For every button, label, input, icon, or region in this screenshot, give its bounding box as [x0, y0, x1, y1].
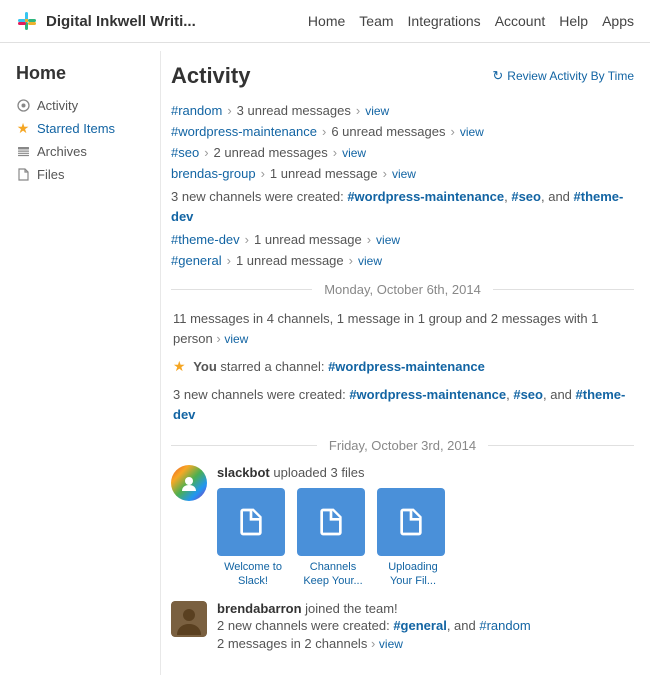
activity-row-random: #random › 3 unread messages › view	[171, 103, 634, 118]
channel-brendas-group[interactable]: brendas-group	[171, 166, 256, 181]
brendabarron-name-action: brendabarron joined the team!	[217, 601, 634, 616]
view-link-oct6[interactable]: view	[224, 332, 248, 346]
star-icon: ★	[16, 122, 30, 136]
file-name-2[interactable]: Channels Keep Your...	[297, 560, 369, 589]
channel-theme-dev[interactable]: #theme-dev	[171, 232, 240, 247]
file-thumb-2[interactable]	[297, 488, 365, 556]
logo-text: Digital Inkwell Writi...	[46, 13, 196, 30]
activity-row-seo: #seo › 2 unread messages › view	[171, 145, 634, 160]
channel-general[interactable]: #general	[171, 253, 222, 268]
history-summary-oct6: 11 messages in 4 channels, 1 message in …	[171, 309, 634, 348]
file-thumb-3[interactable]	[377, 488, 445, 556]
history-new-channels-oct6: 3 new channels were created: #wordpress-…	[171, 385, 634, 424]
channel-wordpress-maintenance[interactable]: #wordpress-maintenance	[171, 124, 317, 139]
sidebar-item-archives[interactable]: Archives	[16, 140, 144, 163]
slackbot-avatar	[171, 465, 207, 501]
main-layout: Home Activity ★ Starred Items	[0, 43, 650, 675]
channel-wp-maint-3[interactable]: #wordpress-maintenance	[349, 387, 506, 402]
slackbot-avatar-circle	[171, 465, 207, 501]
content-header: Activity ↻ Review Activity By Time	[171, 63, 634, 89]
new-channels-created-1: 3 new channels were created: #wordpress-…	[171, 187, 634, 226]
date-label-oct3: Friday, October 3rd, 2014	[317, 438, 488, 453]
view-link-random[interactable]: view	[365, 104, 389, 118]
logo-area: Digital Inkwell Writi...	[16, 10, 308, 32]
brendabarron-avatar	[171, 601, 207, 637]
nav-integrations[interactable]: Integrations	[408, 13, 481, 29]
brendabarron-content: brendabarron joined the team! 2 new chan…	[217, 601, 634, 651]
activity-icon	[16, 99, 30, 113]
channel-random[interactable]: #random	[171, 103, 222, 118]
nav-account[interactable]: Account	[495, 13, 546, 29]
view-link-wordpress[interactable]: view	[460, 125, 484, 139]
nav-links: Home Team Integrations Account Help Apps	[308, 13, 634, 29]
channel-wp-maint-2[interactable]: #wordpress-maintenance	[347, 189, 504, 204]
files-icon	[16, 168, 30, 182]
view-link-general[interactable]: view	[358, 254, 382, 268]
brendabarron-messages: 2 messages in 2 channels › view	[217, 636, 634, 651]
history-starred-oct6: ★ You starred a channel: #wordpress-main…	[171, 356, 634, 377]
sidebar: Home Activity ★ Starred Items	[0, 51, 160, 675]
channel-general-2[interactable]: #general	[393, 618, 446, 633]
view-link-brendas[interactable]: view	[392, 167, 416, 181]
nav-home[interactable]: Home	[308, 13, 345, 29]
channel-seo[interactable]: #seo	[171, 145, 199, 160]
channel-wp-maint-starred[interactable]: #wordpress-maintenance	[328, 359, 485, 374]
activity-row-wordpress: #wordpress-maintenance › 6 unread messag…	[171, 124, 634, 139]
sidebar-item-starred[interactable]: ★ Starred Items	[16, 117, 144, 140]
content-title: Activity	[171, 63, 250, 89]
activity-list: #random › 3 unread messages › view #word…	[171, 103, 634, 268]
sidebar-label-activity: Activity	[37, 98, 78, 113]
user-avatar-placeholder	[171, 601, 207, 637]
sidebar-item-activity[interactable]: Activity	[16, 94, 144, 117]
channel-seo-3[interactable]: #seo	[513, 387, 543, 402]
view-link-brendabarron[interactable]: view	[379, 637, 403, 651]
sidebar-label-starred: Starred Items	[37, 121, 115, 136]
file-name-3[interactable]: Uploading Your Fil...	[377, 560, 449, 589]
top-nav: Digital Inkwell Writi... Home Team Integ…	[0, 0, 650, 43]
logo-icon	[16, 10, 38, 32]
sidebar-title: Home	[16, 63, 144, 84]
nav-help[interactable]: Help	[559, 13, 588, 29]
nav-apps[interactable]: Apps	[602, 13, 634, 29]
review-activity-link[interactable]: ↻ Review Activity By Time	[492, 68, 634, 84]
main-content: Activity ↻ Review Activity By Time #rand…	[160, 51, 650, 675]
sidebar-label-archives: Archives	[37, 144, 87, 159]
view-link-seo[interactable]: view	[342, 146, 366, 160]
activity-row-themedev: #theme-dev › 1 unread message › view	[171, 232, 634, 247]
view-link-themedev[interactable]: view	[376, 233, 400, 247]
sidebar-item-files[interactable]: Files	[16, 163, 144, 186]
date-divider-oct3: Friday, October 3rd, 2014	[171, 438, 634, 453]
nav-team[interactable]: Team	[359, 13, 393, 29]
slackbot-name: slackbot uploaded 3 files	[217, 465, 634, 480]
brendabarron-new-channels: 2 new channels were created: #general, a…	[217, 618, 634, 633]
activity-row-general: #general › 1 unread message › view	[171, 253, 634, 268]
file-name-1[interactable]: Welcome to Slack!	[217, 560, 289, 589]
archives-icon	[16, 145, 30, 159]
refresh-icon: ↻	[492, 68, 503, 84]
file-card-1: Welcome to Slack!	[217, 488, 289, 589]
activity-row-brendas: brendas-group › 1 unread message › view	[171, 166, 634, 181]
date-divider-oct6: Monday, October 6th, 2014	[171, 282, 634, 297]
brendabarron-block: brendabarron joined the team! 2 new chan…	[171, 601, 634, 651]
star-indicator: ★	[173, 358, 186, 374]
file-card-3: Uploading Your Fil...	[377, 488, 449, 589]
channel-seo-2[interactable]: #seo	[511, 189, 541, 204]
slackbot-action: uploaded 3 files	[273, 465, 364, 480]
sidebar-label-files: Files	[37, 167, 64, 182]
file-thumb-1[interactable]	[217, 488, 285, 556]
brendabarron-action: joined the team!	[305, 601, 398, 616]
channel-random-2[interactable]: #random	[479, 618, 530, 633]
file-card-2: Channels Keep Your...	[297, 488, 369, 589]
date-label-oct6: Monday, October 6th, 2014	[312, 282, 493, 297]
slackbot-block: slackbot uploaded 3 files Welcome to Sla…	[171, 465, 634, 589]
file-grid: Welcome to Slack! Channels Keep Your... …	[217, 488, 634, 589]
slackbot-content: slackbot uploaded 3 files Welcome to Sla…	[217, 465, 634, 589]
